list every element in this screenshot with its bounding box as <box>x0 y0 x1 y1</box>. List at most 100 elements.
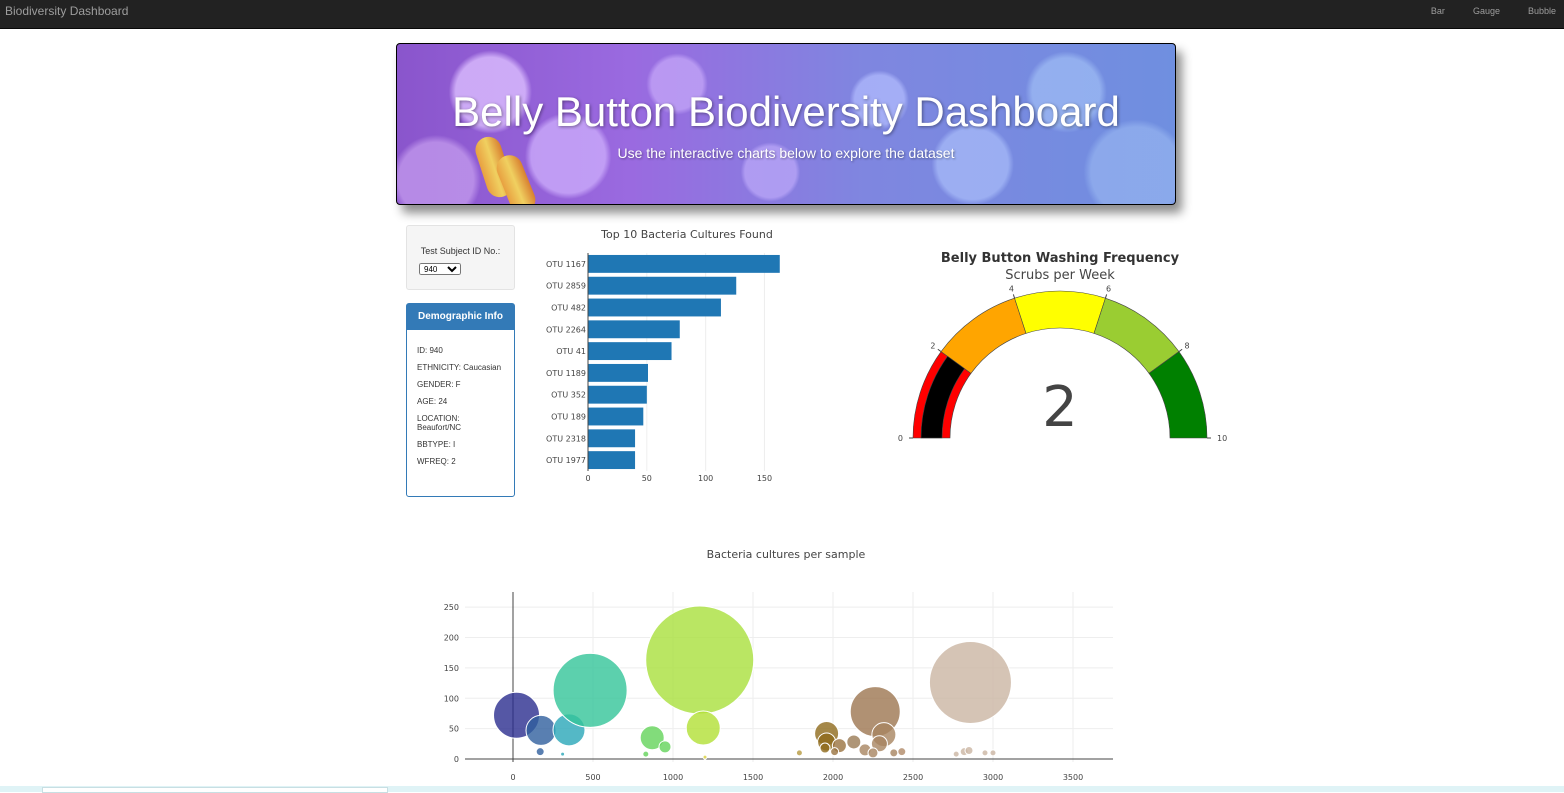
bubble-x-tick-label: 0 <box>510 773 515 782</box>
bacteria-bubble-chart: Bacteria cultures per sample0 500 1000 1500… <box>444 548 1113 782</box>
nav-link-bar[interactable]: Bar <box>1431 6 1445 16</box>
bubble-x-tick-label: 3500 <box>1063 773 1083 782</box>
bar-otu-2859 <box>588 276 737 295</box>
bar-category-label: OTU 1189 <box>546 369 586 378</box>
page-title: Belly Button Biodiversity Dashboard <box>452 88 1120 135</box>
bubble-point <box>642 750 650 758</box>
bubble-point <box>889 748 899 758</box>
gauge-tick-label: 4 <box>1009 285 1014 294</box>
bubble-point <box>702 754 708 760</box>
bubble-x-tick-label: 1000 <box>663 773 683 782</box>
navbar: Biodiversity Dashboard Bar Gauge Bubble <box>0 0 1564 29</box>
bubble-point <box>964 745 974 755</box>
bubble-point <box>685 710 721 746</box>
bubble-point <box>535 747 545 757</box>
bubble-point <box>867 747 879 759</box>
bubble-point <box>658 740 672 754</box>
bar-otu-482 <box>588 298 721 317</box>
gauge-subtitle: Scrubs per Week <box>1005 268 1115 283</box>
bar-category-label: OTU 352 <box>551 391 586 400</box>
top10-bar-chart: Top 10 Bacteria Cultures Found 0 50 100 150 O… <box>546 228 780 483</box>
subject-selector-label: Test Subject ID No.: <box>420 246 501 256</box>
page-subtitle: Use the interactive charts below to expl… <box>617 145 955 161</box>
bar-category-label: OTU 482 <box>551 304 586 313</box>
bubble-x-tick-label: 3000 <box>983 773 1003 782</box>
bubble-point <box>552 652 628 728</box>
bar-x-tick-label: 0 <box>585 474 590 483</box>
bar-x-tick-label: 150 <box>757 474 772 483</box>
nav-link-gauge[interactable]: Gauge <box>1473 6 1500 16</box>
bubble-chart-title: Bacteria cultures per sample <box>707 548 866 561</box>
bar-chart-title: Top 10 Bacteria Cultures Found <box>600 228 773 241</box>
bar-category-label: OTU 189 <box>551 413 586 422</box>
scrollbar-thumb[interactable] <box>42 787 388 793</box>
bubble-y-tick-label: 50 <box>449 725 459 734</box>
bar-category-label: OTU 2264 <box>546 325 586 334</box>
bubble-y-tick-label: 0 <box>454 755 459 764</box>
bar-otu-1977 <box>588 451 636 470</box>
gauge-tick-label: 6 <box>1106 285 1111 294</box>
bubble-point <box>989 749 997 757</box>
bubble-point <box>525 714 557 746</box>
bar-x-tick-label: 100 <box>698 474 713 483</box>
gauge-title: Belly Button Washing Frequency <box>941 251 1180 266</box>
gauge-tick <box>1012 294 1016 299</box>
bubble-x-tick-label: 1500 <box>743 773 763 782</box>
demographic-bbtype: BBTYPE: I <box>417 440 456 449</box>
bubble-point <box>981 749 989 757</box>
demographic-info-body: ID: 940 ETHNICITY: Caucasian GENDER: F A… <box>407 330 514 466</box>
bubble-x-tick-label: 2000 <box>823 773 843 782</box>
gauge-tick-label: 8 <box>1184 342 1189 351</box>
demographic-location: LOCATION: Beaufort/NC <box>417 414 462 432</box>
bar-category-label: OTU 2318 <box>546 434 586 443</box>
bar-otu-2318 <box>588 429 636 448</box>
bar-category-label: OTU 1977 <box>546 456 586 465</box>
gauge-tick-label: 0 <box>898 434 903 443</box>
bubble-point <box>952 750 960 758</box>
bubble-y-tick-label: 150 <box>444 664 459 673</box>
demographic-info-panel: Demographic Info ID: 940 ETHNICITY: Cauc… <box>406 303 515 497</box>
horizontal-scrollbar[interactable] <box>0 786 1564 793</box>
subject-id-select[interactable]: 940 <box>419 263 461 275</box>
bar-otu-189 <box>588 407 644 426</box>
nav-link-bubble[interactable]: Bubble <box>1528 6 1556 16</box>
bubble-point <box>897 747 907 757</box>
bar-otu-1167 <box>588 254 780 273</box>
bubble-y-tick-label: 250 <box>444 603 459 612</box>
navbar-links: Bar Gauge Bubble <box>1403 6 1556 16</box>
demographic-id: ID: 940 <box>417 346 443 355</box>
bubble-x-tick-label: 500 <box>585 773 600 782</box>
bar-x-tick-label: 50 <box>642 474 652 483</box>
bar-category-label: OTU 2859 <box>546 282 586 291</box>
bar-otu-2264 <box>588 320 680 339</box>
bar-category-label: OTU 1167 <box>546 260 586 269</box>
gauge-tick <box>1178 348 1183 353</box>
bar-otu-41 <box>588 342 672 361</box>
bubble-point <box>830 747 840 757</box>
washing-frequency-gauge: Belly Button Washing Frequency Scrubs per… <box>898 251 1227 443</box>
gauge-value: 2 <box>1042 375 1078 440</box>
bar-otu-1189 <box>588 363 648 382</box>
gauge-tick-label: 10 <box>1217 434 1227 443</box>
demographic-gender: GENDER: F <box>417 380 461 389</box>
gauge-tick <box>937 348 942 353</box>
header-banner: Belly Button Biodiversity Dashboard Use … <box>396 43 1176 205</box>
gauge-tick <box>1104 294 1108 299</box>
bubble-point <box>928 640 1012 724</box>
demographic-ethnicity: ETHNICITY: Caucasian <box>417 363 502 372</box>
demographic-wfreq: WFREQ: 2 <box>417 457 456 466</box>
navbar-brand[interactable]: Biodiversity Dashboard <box>5 4 128 18</box>
bubble-point <box>846 734 862 750</box>
bar-otu-352 <box>588 385 647 404</box>
bubble-point <box>560 751 566 757</box>
bubble-point <box>645 605 755 715</box>
bubble-y-tick-label: 100 <box>444 694 459 703</box>
bubble-point <box>795 749 803 757</box>
demographic-info-heading: Demographic Info <box>407 304 514 330</box>
subject-selector-panel: Test Subject ID No.: 940 <box>406 225 515 290</box>
demographic-age: AGE: 24 <box>417 397 448 406</box>
gauge-tick-label: 2 <box>930 342 935 351</box>
bubble-x-tick-label: 2500 <box>903 773 923 782</box>
bar-category-label: OTU 41 <box>556 347 586 356</box>
gauge-band-2 <box>1014 290 1106 334</box>
